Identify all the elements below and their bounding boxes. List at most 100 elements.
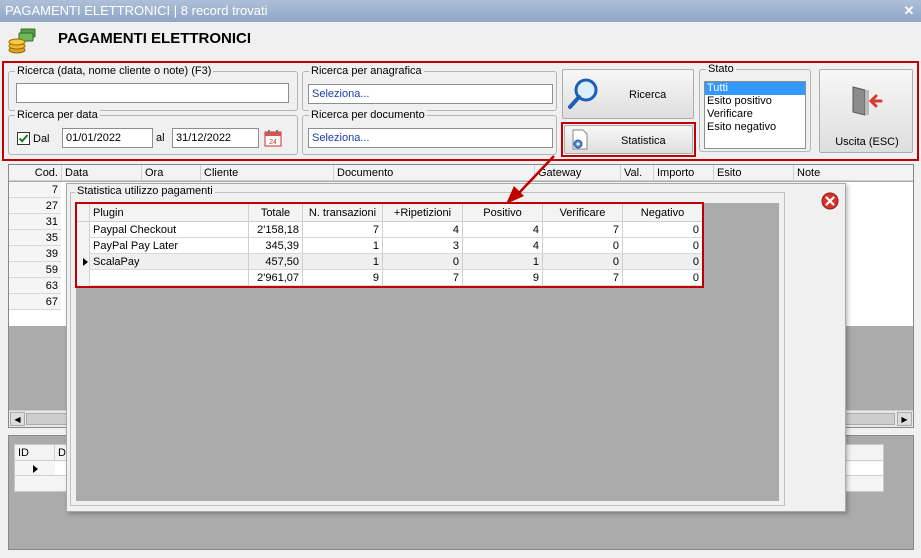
plugin-cell: Paypal Checkout	[90, 222, 249, 238]
col-header[interactable]: Cod.	[9, 165, 62, 181]
row-indicator-header	[77, 204, 90, 222]
ripetizioni-total-cell: 7	[383, 270, 463, 286]
col-header[interactable]: Note	[794, 165, 913, 181]
general-search-group: Ricerca (data, nome cliente o note) (F3)	[8, 65, 298, 111]
table-row-code[interactable]: 31	[9, 214, 61, 230]
stato-label: Stato	[706, 63, 736, 75]
exit-button-label: Uscita (ESC)	[835, 136, 899, 148]
documento-select[interactable]: Seleziona...	[308, 128, 553, 148]
page-title: PAGAMENTI ELETTRONICI	[58, 30, 252, 47]
date-to-input[interactable]: 31/12/2022	[172, 128, 259, 148]
col-header[interactable]: Ora	[142, 165, 201, 181]
table-row-code[interactable]: 27	[9, 198, 61, 214]
table-row-code[interactable]: 63	[9, 278, 61, 294]
table-row[interactable]: PayPal Pay Later 345,39 1 3 4 0 0	[77, 238, 702, 254]
coins-icon	[7, 26, 37, 56]
transazioni-cell: 1	[303, 238, 383, 254]
table-row-code[interactable]: 67	[9, 294, 61, 310]
col-header[interactable]: Plugin	[90, 204, 249, 222]
table-row-code[interactable]: 59	[9, 262, 61, 278]
col-header[interactable]: Data	[62, 165, 142, 181]
ricerca-button-label: Ricerca	[629, 89, 667, 101]
ricerca-button[interactable]: Ricerca	[562, 69, 694, 119]
totale-total-cell: 2'961,07	[249, 270, 303, 286]
negativo-cell: 0	[692, 256, 699, 268]
anagrafica-select[interactable]: Seleziona...	[308, 84, 553, 104]
positivo-cell: 1	[463, 254, 543, 270]
statistica-button[interactable]: Statistica	[564, 125, 693, 154]
statistica-button-label: Statistica	[621, 135, 666, 147]
col-header[interactable]: Esito	[714, 165, 794, 181]
window-close-icon[interactable]: ✕	[901, 3, 917, 19]
current-row-icon	[77, 254, 90, 270]
grid-header: Cod. Data Ora Cliente Documento Gateway …	[9, 165, 913, 181]
documento-search-group: Ricerca per documento Seleziona...	[302, 109, 557, 155]
scroll-left-icon[interactable]: ◀	[10, 412, 25, 426]
transazioni-cell: 7	[303, 222, 383, 238]
annotation-arrow-icon	[506, 155, 555, 204]
row-indicator	[77, 270, 90, 286]
verificare-cell: 7	[543, 222, 623, 238]
transazioni-total-cell: 9	[303, 270, 383, 286]
stato-group: Stato Tutti Esito positivo Verificare Es…	[699, 63, 811, 152]
window-titlebar: PAGAMENTI ELETTRONICI | 8 record trovati	[0, 0, 921, 22]
verificare-total-cell: 7	[543, 270, 623, 286]
col-header[interactable]: Importo	[654, 165, 714, 181]
general-search-label: Ricerca (data, nome cliente o note) (F3)	[15, 65, 214, 77]
table-row-code[interactable]: 7	[9, 182, 61, 198]
search-icon	[567, 77, 601, 111]
stato-option[interactable]: Verificare	[705, 108, 805, 121]
table-row[interactable]: ScalaPay 457,50 1 0 1 0 0	[77, 254, 702, 270]
col-header[interactable]: N. transazioni	[303, 204, 383, 222]
dal-checkbox[interactable]	[17, 132, 30, 145]
col-header[interactable]: ID	[15, 445, 55, 461]
col-header[interactable]: Val.	[621, 165, 654, 181]
positivo-cell: 4	[463, 222, 543, 238]
stato-option[interactable]: Tutti	[705, 82, 805, 95]
stats-table-header: Plugin Totale N. transazioni +Ripetizion…	[77, 204, 702, 222]
table-row-code[interactable]: 39	[9, 246, 61, 262]
row-indicator	[77, 238, 90, 254]
transazioni-cell: 1	[303, 254, 383, 270]
totale-cell: 2'158,18	[249, 222, 303, 238]
col-header[interactable]: Cliente	[201, 165, 334, 181]
documento-search-label: Ricerca per documento	[309, 109, 427, 121]
ripetizioni-cell: 3	[383, 238, 463, 254]
stats-document-icon	[569, 129, 591, 151]
col-header[interactable]: +Ripetizioni	[383, 204, 463, 222]
calendar-day-text: 24	[269, 139, 277, 146]
plugin-cell	[90, 270, 249, 286]
anagrafica-search-group: Ricerca per anagrafica Seleziona...	[302, 65, 557, 111]
general-search-input[interactable]	[16, 83, 289, 103]
totale-cell: 345,39	[249, 238, 303, 254]
totale-cell: 457,50	[249, 254, 303, 270]
exit-door-icon	[850, 84, 884, 118]
date-from-input[interactable]: 01/01/2022	[62, 128, 153, 148]
verificare-cell: 0	[543, 238, 623, 254]
col-header[interactable]: Negativo	[623, 204, 702, 222]
ripetizioni-cell: 0	[383, 254, 463, 270]
table-row[interactable]: Paypal Checkout 2'158,18 7 4 4 7 0	[77, 222, 702, 238]
date-search-group: Ricerca per data Dal 01/01/2022 al 31/12…	[8, 109, 298, 155]
calendar-icon[interactable]: 24	[263, 128, 283, 148]
stats-table[interactable]: Plugin Totale N. transazioni +Ripetizion…	[75, 202, 704, 288]
date-search-label: Ricerca per data	[15, 109, 100, 121]
anagrafica-search-label: Ricerca per anagrafica	[309, 65, 424, 77]
col-header[interactable]: Totale	[249, 204, 303, 222]
negativo-cell: 0	[692, 224, 699, 236]
stato-option[interactable]: Esito negativo	[705, 121, 805, 134]
scroll-right-icon[interactable]: ▶	[897, 412, 912, 426]
exit-button[interactable]: Uscita (ESC)	[819, 69, 913, 153]
positivo-total-cell: 9	[463, 270, 543, 286]
positivo-cell: 4	[463, 238, 543, 254]
stato-listbox[interactable]: Tutti Esito positivo Verificare Esito ne…	[704, 81, 806, 149]
table-row-code[interactable]: 35	[9, 230, 61, 246]
plugin-cell: ScalaPay	[90, 254, 249, 270]
negativo-cell: 0	[692, 240, 699, 252]
total-row: 2'961,07 9 7 9 7 0	[77, 270, 702, 286]
stato-option[interactable]: Esito positivo	[705, 95, 805, 108]
ripetizioni-cell: 4	[383, 222, 463, 238]
stats-dialog-title: Statistica utilizzo pagamenti	[75, 185, 215, 197]
al-label: al	[156, 132, 165, 144]
close-dialog-icon[interactable]	[821, 192, 839, 210]
